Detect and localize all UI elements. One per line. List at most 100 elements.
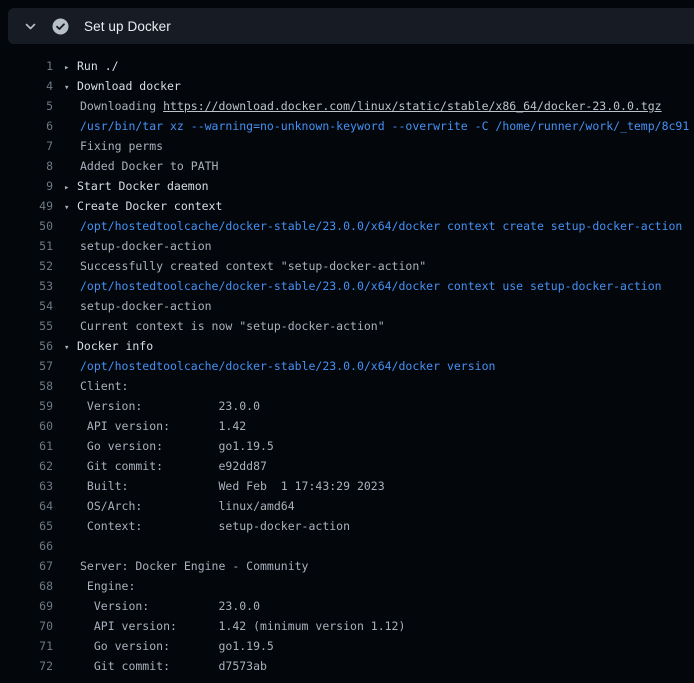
log-text: Downloading [80, 96, 163, 116]
log-line-text: Successfully created context "setup-dock… [64, 256, 426, 276]
log-line-number[interactable]: 58 [0, 376, 53, 396]
log-line-text: Engine: [64, 576, 135, 596]
log-group-toggle[interactable]: ▾Docker info [64, 336, 153, 358]
log-command-text: /opt/hostedtoolcache/docker-stable/23.0.… [80, 276, 662, 296]
log-group-toggle[interactable]: ▾Download docker [64, 76, 181, 98]
log-line-text: Client: [64, 376, 128, 396]
log-text: Successfully created context "setup-dock… [80, 256, 426, 276]
log-line-text: Server: Docker Engine - Community [64, 556, 308, 576]
log-line-number[interactable]: 70 [0, 616, 53, 636]
log-command: /opt/hostedtoolcache/docker-stable/23.0.… [64, 356, 495, 376]
log-line-number[interactable]: 62 [0, 456, 53, 476]
log-line-number[interactable]: 66 [0, 536, 53, 556]
log-line-number[interactable]: 59 [0, 396, 53, 416]
log-line: 62 Git commit: e92dd87 [0, 456, 694, 476]
log-line-number[interactable]: 61 [0, 436, 53, 456]
log-link[interactable]: https://download.docker.com/linux/static… [163, 96, 662, 116]
workflow-step-log-panel: Set up Docker 1▸Run ./4▾Download docker5… [0, 0, 694, 683]
log-text: Engine: [80, 576, 135, 596]
log-text: Go version: go1.19.5 [80, 436, 274, 456]
log-line-text: Git commit: e92dd87 [64, 456, 267, 476]
log-text: API version: 1.42 (minimum version 1.12) [80, 616, 405, 636]
log-line-text: setup-docker-action [64, 296, 212, 316]
chevron-right-icon: ▸ [64, 58, 77, 78]
log-line: 68 Engine: [0, 576, 694, 596]
log-line-number[interactable]: 52 [0, 256, 53, 276]
log-line-number[interactable]: 65 [0, 516, 53, 536]
log-line-text: Fixing perms [64, 136, 163, 156]
log-group-toggle[interactable]: ▸Run ./ [64, 56, 119, 78]
log-text: Added Docker to PATH [80, 156, 218, 176]
log-line-text: OS/Arch: linux/amd64 [64, 496, 295, 516]
log-line-number[interactable]: 60 [0, 416, 53, 436]
log-line: 60 API version: 1.42 [0, 416, 694, 436]
log-line-number[interactable]: 6 [0, 116, 53, 136]
log-line-number[interactable]: 53 [0, 276, 53, 296]
log-group-title: Start Docker daemon [77, 176, 209, 196]
log-line-text: Downloading https://download.docker.com/… [64, 96, 662, 116]
log-line-number[interactable]: 56 [0, 336, 53, 356]
log-line-text: Git commit: d7573ab [64, 656, 267, 676]
log-line-number[interactable]: 9 [0, 176, 53, 196]
log-group-title: Create Docker context [77, 196, 222, 216]
log-text: Current context is now "setup-docker-act… [80, 316, 385, 336]
log-text: Context: setup-docker-action [80, 516, 350, 536]
log-line-number[interactable]: 4 [0, 76, 53, 96]
log-line-number[interactable]: 49 [0, 196, 53, 216]
log-command-text: /opt/hostedtoolcache/docker-stable/23.0.… [80, 356, 495, 376]
log-text: Go version: go1.19.5 [80, 636, 274, 656]
log-group-title: Docker info [77, 336, 153, 356]
log-line-number[interactable]: 54 [0, 296, 53, 316]
log-group-title: Run ./ [77, 56, 119, 76]
log-group-toggle[interactable]: ▾Create Docker context [64, 196, 222, 218]
log-command: /opt/hostedtoolcache/docker-stable/23.0.… [64, 216, 682, 236]
log-line: 9 ▸Start Docker daemon [0, 176, 694, 196]
log-text: Built: Wed Feb 1 17:43:29 2023 [80, 476, 385, 496]
log-text: Client: [80, 376, 128, 396]
chevron-down-icon: ▾ [64, 338, 77, 358]
log-line-text: Go version: go1.19.5 [64, 636, 274, 656]
log-group-toggle[interactable]: ▸Start Docker daemon [64, 176, 209, 198]
chevron-down-icon[interactable] [24, 20, 37, 33]
log-line-number[interactable]: 68 [0, 576, 53, 596]
log-line-number[interactable]: 57 [0, 356, 53, 376]
log-container: 1▸Run ./4▾Download docker5Downloading ht… [0, 44, 694, 683]
log-line-number[interactable]: 5 [0, 96, 53, 116]
log-line-text: API version: 1.42 [64, 416, 246, 436]
log-line-number[interactable]: 69 [0, 596, 53, 616]
log-text: Version: 23.0.0 [80, 596, 260, 616]
log-line-number[interactable]: 67 [0, 556, 53, 576]
log-text: Version: 23.0.0 [80, 396, 260, 416]
log-line-text: Added Docker to PATH [64, 156, 218, 176]
log-line: 61 Go version: go1.19.5 [0, 436, 694, 456]
log-line: 57/opt/hostedtoolcache/docker-stable/23.… [0, 356, 694, 376]
log-line: 64 OS/Arch: linux/amd64 [0, 496, 694, 516]
log-group-title: Download docker [77, 76, 181, 96]
log-line-number[interactable]: 55 [0, 316, 53, 336]
log-line-text: Current context is now "setup-docker-act… [64, 316, 385, 336]
log-line: 54 setup-docker-action [0, 296, 694, 316]
log-line: 56 ▾Docker info [0, 336, 694, 356]
check-circle-icon [52, 18, 69, 35]
step-header[interactable]: Set up Docker [8, 8, 694, 44]
log-line-number[interactable]: 63 [0, 476, 53, 496]
log-line: 71 Go version: go1.19.5 [0, 636, 694, 656]
log-command: /opt/hostedtoolcache/docker-stable/23.0.… [64, 276, 662, 296]
log-line: 69 Version: 23.0.0 [0, 596, 694, 616]
log-line-number[interactable]: 64 [0, 496, 53, 516]
log-command-text: /usr/bin/tar xz --warning=no-unknown-key… [80, 116, 689, 136]
log-line: 63 Built: Wed Feb 1 17:43:29 2023 [0, 476, 694, 496]
log-line-number[interactable]: 71 [0, 636, 53, 656]
log-line-number[interactable]: 72 [0, 656, 53, 676]
log-line-number[interactable]: 7 [0, 136, 53, 156]
log-line-number[interactable]: 50 [0, 216, 53, 236]
log-text: setup-docker-action [80, 296, 212, 316]
log-text: OS/Arch: linux/amd64 [80, 496, 295, 516]
log-line-number[interactable]: 1 [0, 56, 53, 76]
chevron-down-icon: ▾ [64, 78, 77, 98]
log-line: 1 ▸Run ./ [0, 56, 694, 76]
log-line: 72 Git commit: d7573ab [0, 656, 694, 676]
log-line-number[interactable]: 8 [0, 156, 53, 176]
log-line: 50/opt/hostedtoolcache/docker-stable/23.… [0, 216, 694, 236]
log-line-number[interactable]: 51 [0, 236, 53, 256]
